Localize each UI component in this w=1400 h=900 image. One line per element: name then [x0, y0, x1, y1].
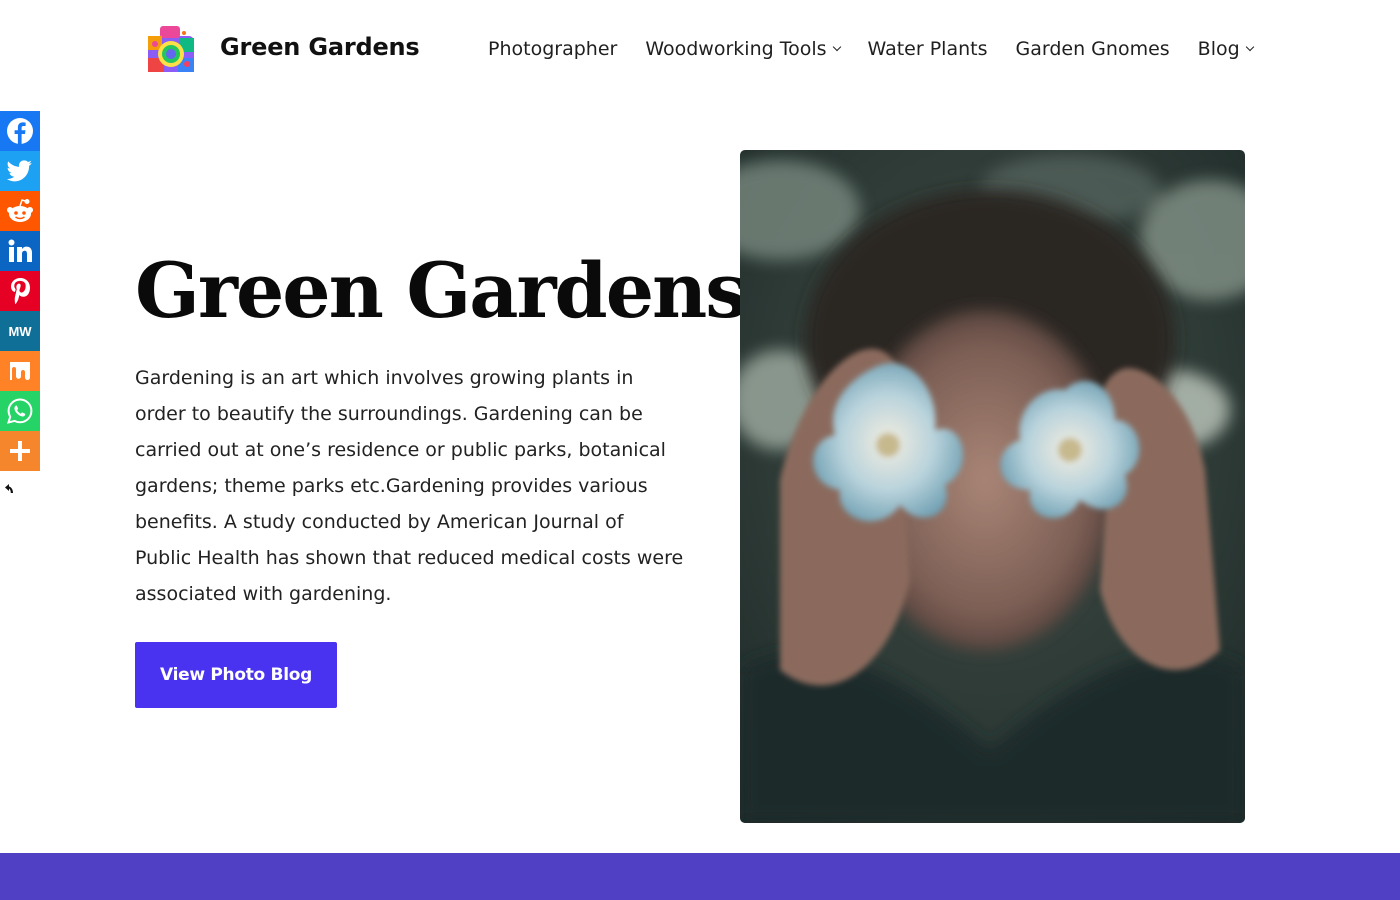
mewe-share-button[interactable]: MW [0, 311, 40, 351]
site-header: Green Gardens Photographer Woodworking T… [0, 0, 1400, 100]
pinterest-icon [11, 278, 30, 304]
nav-item-garden-gnomes[interactable]: Garden Gnomes [1016, 38, 1170, 60]
person-holding-flowers-image [740, 150, 1245, 823]
chevron-down-icon [832, 42, 841, 52]
nav-item-label: Water Plants [867, 38, 988, 60]
nav-item-woodworking-tools[interactable]: Woodworking Tools [645, 38, 841, 60]
pinterest-share-button[interactable] [0, 271, 40, 311]
mewe-icon: MW [8, 324, 32, 339]
facebook-share-button[interactable] [0, 111, 40, 151]
reddit-share-button[interactable] [0, 191, 40, 231]
hero-description: Gardening is an art which involves growi… [135, 367, 684, 605]
nav-item-photographer[interactable]: Photographer [488, 38, 617, 60]
whatsapp-share-button[interactable] [0, 391, 40, 431]
hero-title: Green Gardens [135, 246, 748, 335]
social-share-bar: MW [0, 111, 40, 471]
nav-item-label: Blog [1197, 38, 1240, 60]
linkedin-share-button[interactable] [0, 231, 40, 271]
camera-flowers-logo-icon [148, 26, 194, 72]
mix-share-button[interactable] [0, 351, 40, 391]
nav-item-label: Garden Gnomes [1015, 38, 1170, 60]
twitter-icon [7, 160, 32, 182]
hide-arrow-icon[interactable] [3, 483, 15, 495]
site-title[interactable]: Green Gardens [220, 33, 420, 61]
nav-item-water-plants[interactable]: Water Plants [868, 38, 988, 60]
mix-icon [10, 362, 30, 380]
reddit-icon [7, 199, 33, 222]
plus-icon [10, 441, 30, 461]
nav-item-label: Woodworking Tools [645, 38, 827, 60]
nav-item-label: Photographer [488, 38, 618, 60]
view-photo-blog-button[interactable]: View Photo Blog [135, 642, 337, 708]
nav-item-blog[interactable]: Blog [1197, 38, 1254, 60]
next-section-band [0, 853, 1400, 900]
chevron-down-icon [1245, 42, 1254, 52]
main-nav: Photographer Woodworking Tools Water Pla… [488, 36, 1254, 62]
whatsapp-icon [7, 398, 33, 424]
svg-text:MW: MW [8, 324, 32, 339]
facebook-icon [7, 118, 33, 144]
twitter-share-button[interactable] [0, 151, 40, 191]
linkedin-icon [8, 239, 32, 262]
more-share-button[interactable] [0, 431, 40, 471]
hero-image [740, 150, 1245, 823]
site-logo[interactable] [140, 18, 200, 78]
